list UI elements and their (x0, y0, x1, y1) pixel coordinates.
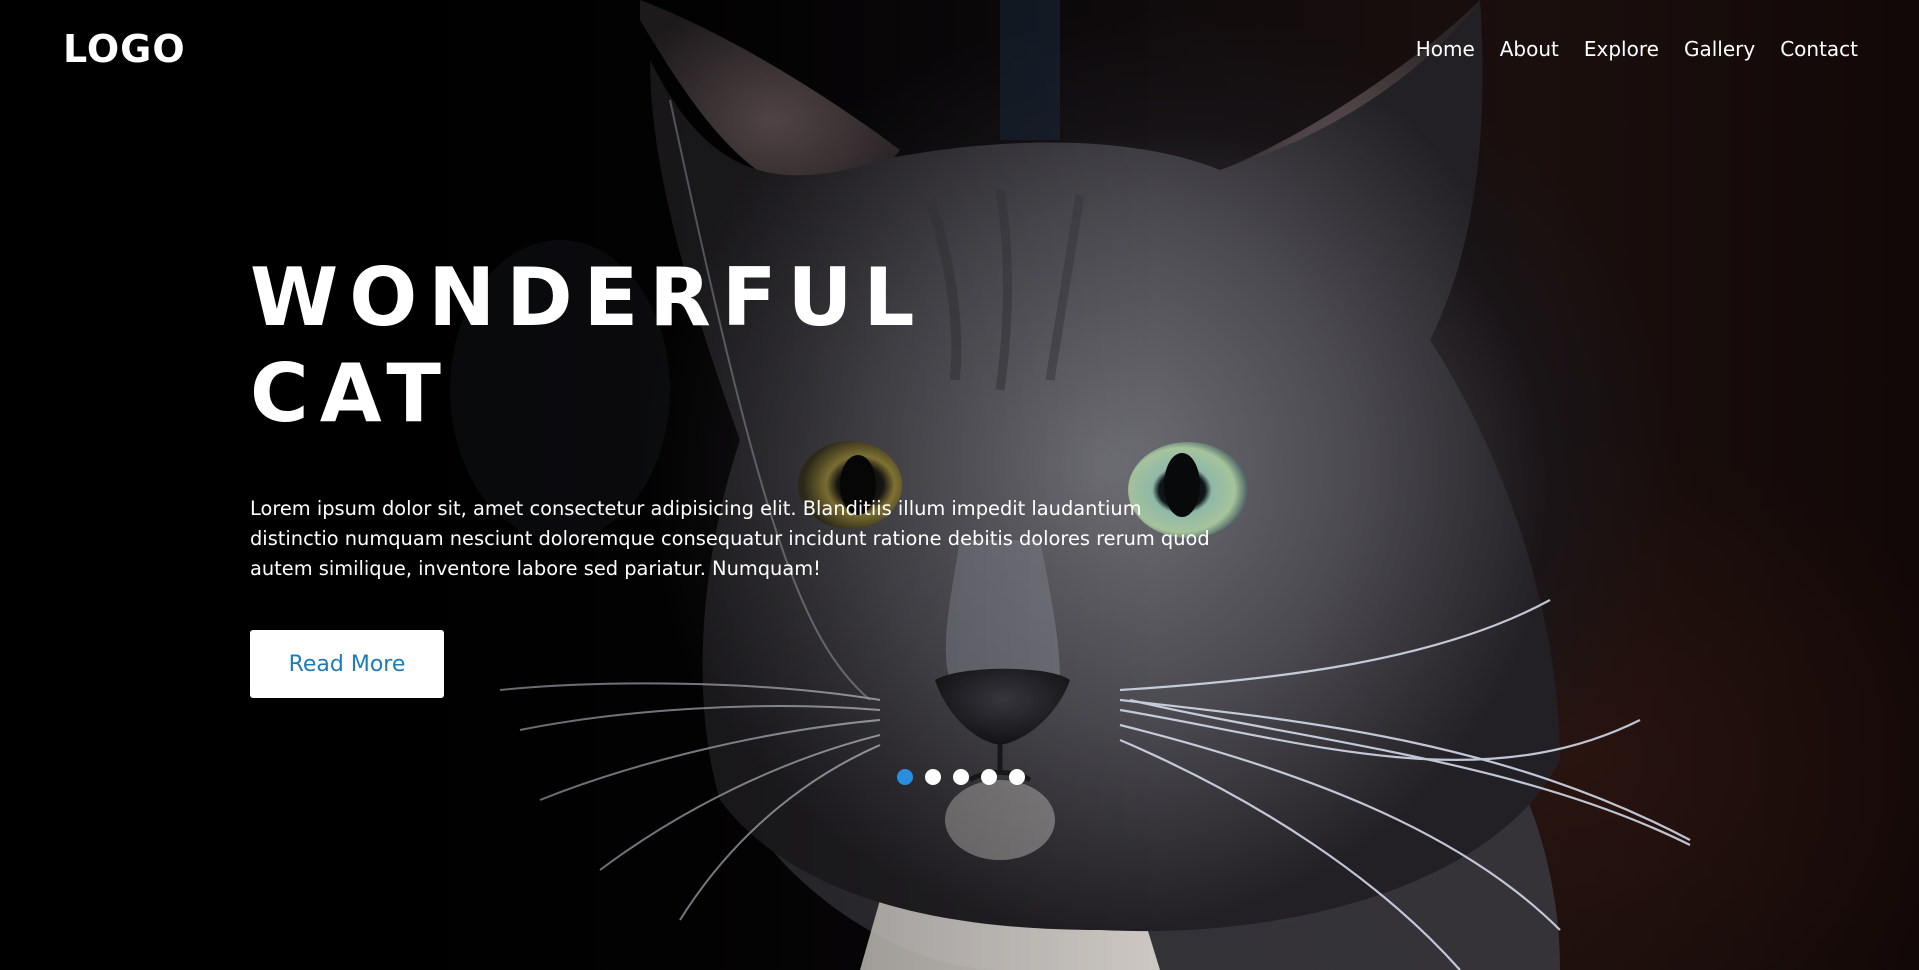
slider-dot-3[interactable] (953, 769, 969, 785)
top-navbar: LOGO Home About Explore Gallery Contact (0, 0, 1919, 98)
nav-about[interactable]: About (1500, 36, 1559, 62)
main-nav: Home About Explore Gallery Contact (1416, 36, 1858, 62)
slider-dot-5[interactable] (1009, 769, 1025, 785)
read-more-button[interactable]: Read More (250, 630, 444, 698)
logo[interactable]: LOGO (63, 26, 186, 72)
nav-home[interactable]: Home (1416, 36, 1475, 62)
hero-content: WONDERFUL CAT Lorem ipsum dolor sit, ame… (250, 250, 1230, 698)
slider-dot-2[interactable] (925, 769, 941, 785)
hero-title-line-1: WONDERFUL (250, 251, 926, 344)
nav-contact[interactable]: Contact (1780, 36, 1858, 62)
slider-dot-1[interactable] (897, 769, 913, 785)
nav-explore[interactable]: Explore (1584, 36, 1659, 62)
hero-title: WONDERFUL CAT (250, 250, 1230, 442)
hero-description: Lorem ipsum dolor sit, amet consectetur … (250, 497, 1210, 580)
hero-section: LOGO Home About Explore Gallery Contact … (0, 0, 1919, 970)
nav-gallery[interactable]: Gallery (1684, 36, 1755, 62)
hero-title-line-2: CAT (250, 347, 452, 440)
slider-dots (897, 769, 1025, 785)
slider-dot-4[interactable] (981, 769, 997, 785)
